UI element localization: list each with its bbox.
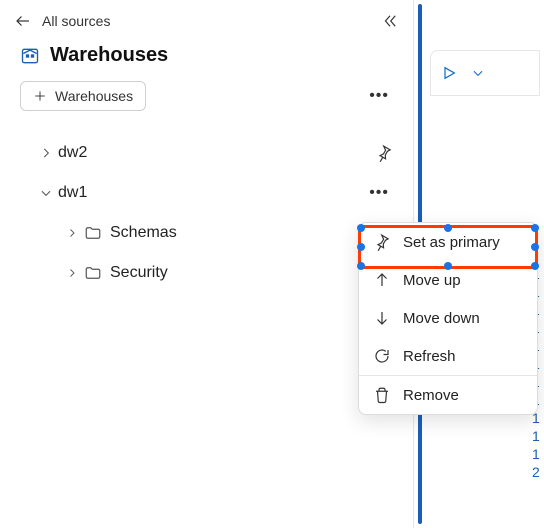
chevron-right-icon [34,146,58,160]
chevron-down-icon [471,66,485,80]
run-toolbar [430,50,540,96]
chevron-right-icon [60,227,84,239]
warehouse-icon [20,46,40,66]
menu-item-set-primary[interactable]: Set as primary [359,223,537,261]
tree-item-dw1[interactable]: dw1 ••• [12,173,401,213]
chevron-right-icon [60,267,84,279]
refresh-icon [373,347,391,365]
menu-item-remove[interactable]: Remove [359,375,537,414]
tree-item-label: dw1 [58,184,87,202]
tree-item-security[interactable]: Security [12,253,401,293]
pin-button[interactable] [375,144,393,162]
menu-item-move-up[interactable]: Move up [359,261,537,299]
pin-icon [373,233,391,251]
back-label: All sources [42,13,110,29]
line-number: 2 [532,464,540,480]
context-menu: Set as primary Move up Move down Refresh… [358,222,538,415]
run-dropdown-button[interactable] [471,66,485,80]
menu-item-label: Refresh [403,348,456,365]
page-title: Warehouses [50,44,168,67]
toolbar: Warehouses ••• [0,81,413,119]
line-number: 1 [532,446,540,462]
tree-item-label: dw2 [58,144,87,162]
pin-icon [375,144,393,162]
arrow-left-icon [14,12,32,30]
menu-item-label: Move down [403,310,480,327]
toolbar-more-button[interactable]: ••• [365,83,393,109]
menu-item-label: Set as primary [403,234,500,251]
tree-item-schemas[interactable]: Schemas [12,213,401,253]
menu-item-label: Move up [403,272,461,289]
run-button[interactable] [441,65,457,81]
tree: dw2 dw1 ••• Schemas [0,119,413,293]
folder-icon [84,264,102,282]
plus-icon [33,89,47,103]
tree-item-label: Security [110,264,168,282]
title-row: Warehouses [0,42,413,81]
chevron-double-left-icon [381,12,399,30]
menu-item-refresh[interactable]: Refresh [359,337,537,375]
tree-item-label: Schemas [110,224,177,242]
menu-item-label: Remove [403,387,459,404]
add-warehouse-button[interactable]: Warehouses [20,81,146,111]
trash-icon [373,386,391,404]
header-row: All sources [0,12,413,42]
line-number: 1 [532,428,540,444]
explorer-sidebar: All sources Warehouses Warehouses ••• dw… [0,0,414,528]
chevron-down-icon [34,186,58,200]
tree-item-more-button[interactable]: ••• [365,180,393,206]
folder-icon [84,224,102,242]
arrow-down-icon [373,309,391,327]
arrow-up-icon [373,271,391,289]
tree-item-dw2[interactable]: dw2 [12,133,401,173]
add-button-label: Warehouses [55,88,133,104]
collapse-panel-button[interactable] [381,12,399,30]
menu-item-move-down[interactable]: Move down [359,299,537,337]
play-icon [441,65,457,81]
back-to-all-sources[interactable]: All sources [14,12,110,30]
